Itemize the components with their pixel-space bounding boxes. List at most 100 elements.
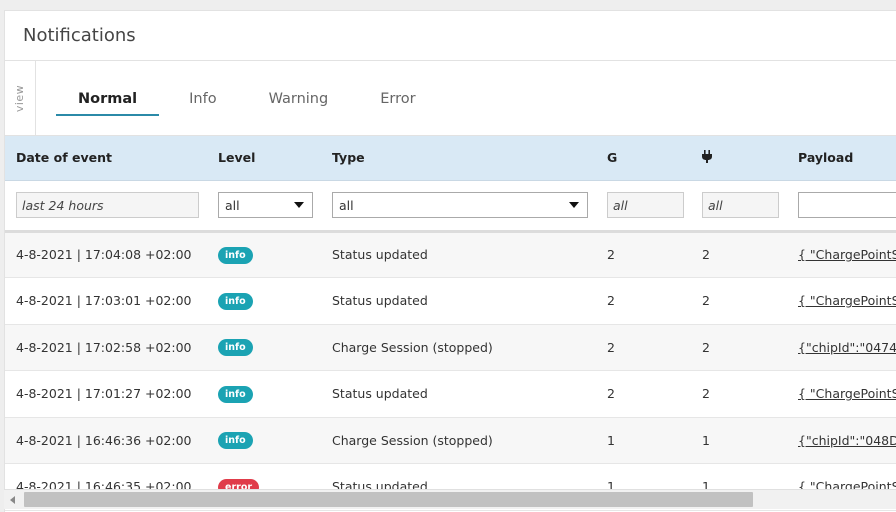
cell-type: Charge Session (stopped) [321,324,596,371]
cell-date: 4-8-2021 | 17:01:27 +02:00 [5,370,207,418]
cell-date-text: 4-8-2021 | 17:04:08 +02:00 [16,247,192,263]
type-filter-value: all [339,197,354,213]
column-header-date[interactable]: Date of event [5,136,207,181]
cell-date: 4-8-2021 | 17:04:08 +02:00 [5,231,207,278]
cell-level: info [207,277,321,325]
column-header-level[interactable]: Level [207,136,321,181]
level-badge: info [218,339,253,357]
cell-payload: {"chipId":"048D5C" [787,417,896,464]
cell-date: 4-8-2021 | 16:46:36 +02:00 [5,417,207,464]
view-bar: view Normal Info Warning Error [5,61,896,136]
column-header-type[interactable]: Type [321,136,596,181]
cell-plug-text: 2 [702,247,710,263]
cell-g: 2 [596,370,691,418]
g-filter-input[interactable]: all [607,192,684,218]
cell-g: 1 [596,417,691,464]
plug-filter-input[interactable]: all [702,192,779,218]
payload-filter-input[interactable] [798,192,896,218]
cell-type-text: Status updated [332,293,428,309]
cell-plug-text: 1 [702,432,710,448]
caret-down-icon [569,202,579,208]
cell-date-text: 4-8-2021 | 17:02:58 +02:00 [16,339,192,355]
cell-payload: { "ChargePointStatus" [787,231,896,278]
cell-g-text: 2 [607,339,615,355]
plug-icon [702,149,712,163]
level-badge: info [218,292,253,310]
payload-link[interactable]: { "ChargePointStatus" [798,247,896,262]
cell-type: Status updated [321,370,596,418]
cell-type-text: Status updated [332,386,428,402]
cell-date-text: 4-8-2021 | 16:46:36 +02:00 [16,432,192,448]
table-body: 4-8-2021 | 17:04:08 +02:00 info Status upd… [5,231,896,511]
payload-link[interactable]: { "ChargePointStatus" [798,386,896,401]
cell-plug: 2 [691,324,787,371]
cell-g-text: 1 [607,432,615,448]
cell-level: info [207,324,321,371]
payload-link[interactable]: {"chipId":"0474DD" [798,340,896,355]
scrollbar-thumb[interactable] [24,492,753,507]
tab-info[interactable]: Info [167,61,238,136]
date-filter-input[interactable]: last 24 hours [16,192,199,218]
cell-type-text: Charge Session (stopped) [332,339,493,355]
type-filter-select[interactable]: all [332,192,588,218]
notifications-panel: Notifications view Normal Info Warning E… [4,10,896,512]
tab-error[interactable]: Error [358,61,437,136]
arrow-left-icon[interactable] [10,496,15,504]
cell-g: 2 [596,324,691,371]
filter-row: last 24 hours all all all all [5,180,896,233]
table-row[interactable]: 4-8-2021 | 16:46:36 +02:00 info Charge Ses… [5,417,896,464]
table-header-row: Date of event Level Type G Payload [5,136,896,181]
column-header-g[interactable]: G [596,136,691,181]
cell-g: 2 [596,231,691,278]
cell-date: 4-8-2021 | 17:03:01 +02:00 [5,277,207,325]
filter-cell-plug: all [691,180,787,233]
cell-level: info [207,370,321,418]
table-row[interactable]: 4-8-2021 | 17:01:27 +02:00 info Status upd… [5,370,896,418]
tab-normal[interactable]: Normal [56,61,160,136]
cell-plug-text: 2 [702,386,710,402]
cell-g-text: 2 [607,386,615,402]
table-row[interactable]: 4-8-2021 | 17:02:58 +02:00 info Charge Ses… [5,324,896,371]
cell-date-text: 4-8-2021 | 17:01:27 +02:00 [16,386,192,402]
page-title: Notifications [23,25,136,46]
filter-cell-g: all [596,180,691,233]
payload-link[interactable]: { "ChargePointStatus" [798,293,896,308]
table-row[interactable]: 4-8-2021 | 17:04:08 +02:00 info Status upd… [5,231,896,278]
level-filter-value: all [225,197,240,213]
view-label: view [5,61,36,135]
column-header-payload[interactable]: Payload [787,136,896,181]
payload-link[interactable]: {"chipId":"048D5C" [798,433,896,448]
level-badge: info [218,432,253,450]
horizontal-scrollbar[interactable] [4,489,896,509]
tab-warning[interactable]: Warning [247,61,351,136]
cell-date: 4-8-2021 | 17:02:58 +02:00 [5,324,207,371]
filter-cell-type: all [321,180,596,233]
table-row[interactable]: 4-8-2021 | 17:03:01 +02:00 info Status upd… [5,277,896,325]
cell-g-text: 2 [607,293,615,309]
cell-payload: { "ChargePointStatus" [787,370,896,418]
cell-g: 2 [596,277,691,325]
view-tabs: Normal Info Warning Error [36,61,446,135]
caret-down-icon [294,202,304,208]
cell-type-text: Status updated [332,247,428,263]
cell-plug: 1 [691,417,787,464]
cell-g-text: 2 [607,247,615,263]
cell-plug: 2 [691,277,787,325]
level-badge: info [218,385,253,403]
cell-plug: 2 [691,370,787,418]
filter-cell-level: all [207,180,321,233]
cell-level: info [207,417,321,464]
cell-plug-text: 2 [702,293,710,309]
cell-type-text: Charge Session (stopped) [332,432,493,448]
filter-cell-date: last 24 hours [5,180,207,233]
level-filter-select[interactable]: all [218,192,313,218]
panel-header: Notifications [5,11,896,61]
cell-plug: 2 [691,231,787,278]
notifications-table: Date of event Level Type G Payload last … [5,136,896,511]
column-header-plug[interactable] [691,136,787,181]
cell-type: Status updated [321,231,596,278]
cell-type: Status updated [321,277,596,325]
cell-type: Charge Session (stopped) [321,417,596,464]
cell-plug-text: 2 [702,339,710,355]
level-badge: info [218,246,253,264]
